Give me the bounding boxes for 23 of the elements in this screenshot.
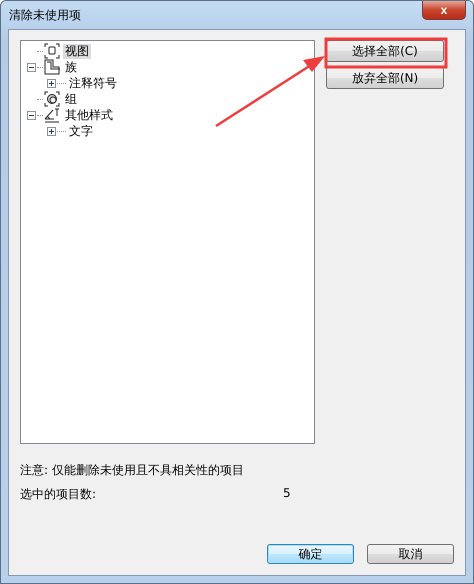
tree-item[interactable]: 族 <box>63 60 79 74</box>
expander-icon[interactable] <box>27 62 36 72</box>
note-text: 注意: 仅能删除未使用且不具相关性的项目 <box>20 462 245 479</box>
tree-item[interactable]: 文字 <box>67 124 95 138</box>
count-value: 5 <box>283 486 291 502</box>
cancel-button[interactable]: 取消 <box>367 544 454 564</box>
tree-item[interactable]: 视图 <box>63 44 91 58</box>
tree-item[interactable]: 组 <box>63 92 79 106</box>
dimension-style-icon <box>44 107 60 123</box>
expander-icon[interactable] <box>47 126 56 136</box>
tree-item[interactable]: 注释符号 <box>67 76 119 90</box>
ok-button[interactable]: 确定 <box>267 544 354 564</box>
select-all-button[interactable]: 选择全部(C) <box>326 40 444 62</box>
group-icon <box>44 91 60 107</box>
expander-icon[interactable] <box>27 110 36 120</box>
close-button[interactable]: x <box>422 1 466 20</box>
count-label: 选中的项目数: <box>20 486 96 503</box>
family-icon <box>44 59 60 75</box>
expander-icon[interactable] <box>47 78 56 88</box>
deselect-all-button[interactable]: 放弃全部(N) <box>326 67 444 89</box>
tree-item[interactable]: 其他样式 <box>63 108 115 122</box>
view-icon <box>44 43 60 59</box>
window-title: 清除未使用项 <box>8 6 81 24</box>
